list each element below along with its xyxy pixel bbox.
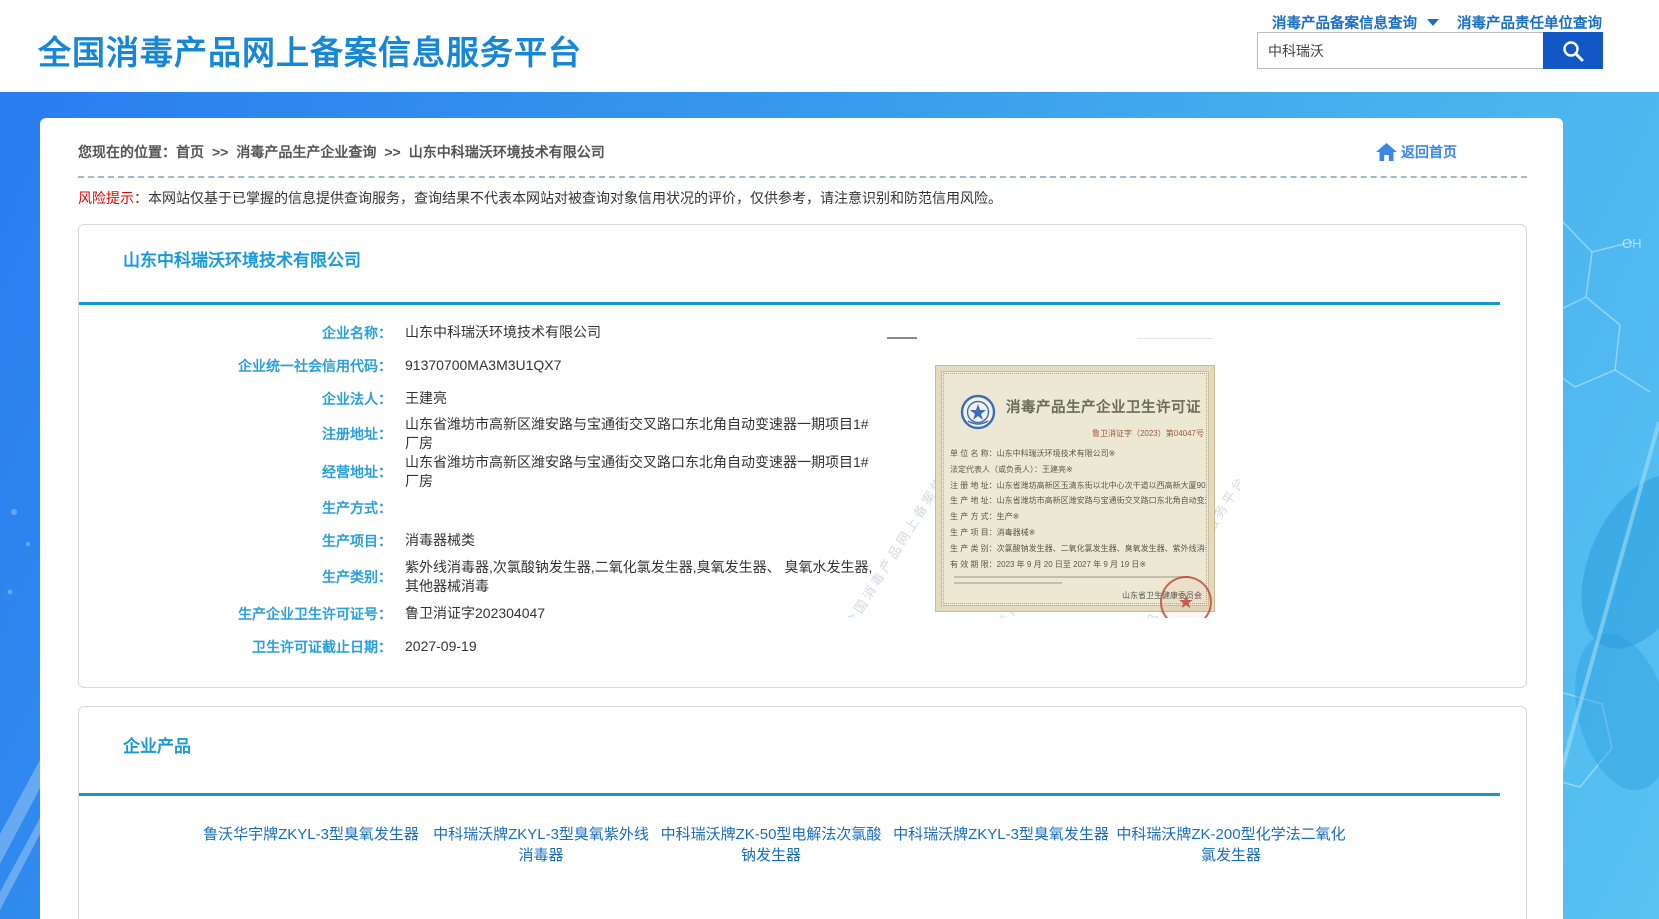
molecule-oh-label: OH [1622,236,1642,251]
certificate-title: 消毒产品生产企业卫生许可证 [1006,396,1201,417]
breadcrumb: 您现在的位置：首页 >> 消毒产品生产企业查询 >> 山东中科瑞沃环境技术有限公司 [78,142,605,162]
field-value: 紫外线消毒器,次氯酸钠发生器,二氧化氯发生器,臭氧发生器、 臭氧水发生器,其他器… [405,558,875,596]
product-link[interactable]: 中科瑞沃牌ZKYL-3型臭氧发生器 [886,824,1116,866]
field-label: 卫生许可证截止日期： [79,637,392,657]
dashed-divider [78,176,1527,178]
field-row-production-mode: 生产方式： [79,491,1526,524]
field-row-license-number: 生产企业卫生许可证号： 鲁卫消证字202304047 [79,597,1526,630]
field-label: 经营地址： [79,462,392,482]
certificate-row-production-address: 生 产 地 址：山东省潍坊市高新区潍安路与宝通街交叉路口东北角自动变速器一期项目… [950,493,1206,509]
left-strip-decoration [0,509,40,910]
field-row-production-category: 生产类别： 紫外线消毒器,次氯酸钠发生器,二氧化氯发生器,臭氧发生器、 臭氧水发… [79,557,1526,597]
risk-notice-text: 本网站仅基于已掌握的信息提供查询服务，查询结果不代表本网站对被查询对象信用状况的… [148,190,1002,206]
breadcrumb-row: 您现在的位置：首页 >> 消毒产品生产企业查询 >> 山东中科瑞沃环境技术有限公司 返回… [40,118,1563,162]
field-label: 企业法人： [79,389,392,409]
product-link[interactable]: 鲁沃华宇牌ZKYL-3型臭氧发生器 [196,824,426,866]
product-list: 鲁沃华宇牌ZKYL-3型臭氧发生器 中科瑞沃牌ZKYL-3型臭氧紫外线消毒器 中… [79,796,1526,866]
certificate-row-legal-rep: 法定代表人（或负责人）：王建亮※ [950,462,1206,478]
field-label: 企业名称： [79,323,392,343]
certificate-image-artifact [887,337,917,339]
breadcrumb-separator: >> [212,144,228,160]
certificate-image: 全国消毒产品网上备案信息服务平台 全国消毒产品网上备案信息服务平台 全国消毒产品… [848,332,1240,618]
nav-records-query-link[interactable]: 消毒产品备案信息查询 [1272,12,1417,33]
risk-notice: 风险提示：本网站仅基于已掌握的信息提供查询服务，查询结果不代表本网站对被查询对象… [78,188,1527,208]
certificate-image-edge [1137,338,1213,339]
field-row-credit-code: 企业统一社会信用代码： 91370700MA3M3U1QX7 [79,349,1526,382]
field-value: 消毒器械类 [405,531,475,550]
search-bar [1257,32,1603,69]
back-home-link[interactable]: 返回首页 [1401,142,1457,162]
top-nav: 消毒产品备案信息查询 消毒产品责任单位查询 [1272,12,1602,33]
field-value: 王建亮 [405,389,447,408]
field-label: 生产项目： [79,531,392,551]
certificate-footnote-line [954,582,1062,584]
field-row-company-name: 企业名称： 山东中科瑞沃环境技术有限公司 [79,316,1526,349]
field-value: 山东中科瑞沃环境技术有限公司 [405,323,601,342]
field-label: 生产类别： [79,567,392,587]
search-input[interactable] [1257,32,1543,69]
site-title: 全国消毒产品网上备案信息服务平台 [38,26,582,74]
field-value: 鲁卫消证字202304047 [405,604,545,623]
company-card-title: 山东中科瑞沃环境技术有限公司 [79,225,1526,273]
company-card: 山东中科瑞沃环境技术有限公司 企业名称： 山东中科瑞沃环境技术有限公司 企业统一… [78,224,1527,688]
breadcrumb-current-page: 山东中科瑞沃环境技术有限公司 [409,144,605,160]
chevron-down-icon[interactable] [1427,19,1439,26]
field-row-license-expiry: 卫生许可证截止日期： 2027-09-19 [79,630,1526,663]
certificate-footnote-line [954,576,1190,578]
certificate-emblem [960,394,996,430]
product-link[interactable]: 中科瑞沃牌ZKYL-3型臭氧紫外线消毒器 [426,824,656,866]
risk-notice-label: 风险提示： [78,190,148,206]
field-label: 生产企业卫生许可证号： [79,604,392,624]
home-icon [1376,143,1397,161]
breadcrumb-home-link[interactable]: 首页 [176,144,204,160]
site-header: 全国消毒产品网上备案信息服务平台 消毒产品备案信息查询 消毒产品责任单位查询 [0,0,1659,92]
back-home[interactable]: 返回首页 [1376,142,1457,162]
certificate-row-production-item: 生 产 项 目：消毒器械※ [950,525,1206,541]
field-row-registered-address: 注册地址： 山东省潍坊市高新区潍安路与宝通街交叉路口东北角自动变速器一期项目1#… [79,415,1526,453]
breadcrumb-enterprise-query-link[interactable]: 消毒产品生产企业查询 [236,144,376,160]
field-row-legal-person: 企业法人： 王建亮 [79,382,1526,415]
products-card-title: 企业产品 [79,707,1526,759]
field-label: 生产方式： [79,498,392,518]
search-icon [1560,38,1586,64]
field-value: 山东省潍坊市高新区潍安路与宝通街交叉路口东北角自动变速器一期项目1#厂房 [405,415,875,453]
field-value: 91370700MA3M3U1QX7 [405,356,561,375]
certificate-panel: 消毒产品生产企业卫生许可证 鲁卫消证字（2023）第04047号 单 位 名 称… [935,365,1215,612]
breadcrumb-separator: >> [384,144,400,160]
nav-records-query-label: 消毒产品备案信息查询 [1272,16,1417,32]
certificate-number: 鲁卫消证字（2023）第04047号 [1092,428,1204,439]
breadcrumb-prefix: 您现在的位置： [78,144,176,160]
main-container: 您现在的位置：首页 >> 消毒产品生产企业查询 >> 山东中科瑞沃环境技术有限公司 返回… [40,118,1563,919]
nav-responsible-unit-label: 消毒产品责任单位查询 [1457,16,1602,32]
certificate-row-production-mode: 生 产 方 式：生产※ [950,509,1206,525]
field-label: 注册地址： [79,424,392,444]
product-link[interactable]: 中科瑞沃牌ZK-200型化学法二氧化氯发生器 [1116,824,1346,866]
certificate-row-registered-address: 注 册 地 址：山东省潍坊高新区玉清东街以北中心次干道以西高新大厦902科苑※ [950,478,1206,494]
field-row-production-items: 生产项目： 消毒器械类 [79,524,1526,557]
certificate-row-production-category: 生 产 类 别：次氯酸钠发生器、二氧化氯发生器、臭氧发生器、紫外线消毒器※ [950,541,1206,557]
field-row-business-address: 经营地址： 山东省潍坊市高新区潍安路与宝通街交叉路口东北角自动变速器一期项目1#… [79,453,1526,491]
search-button[interactable] [1543,32,1603,69]
products-card: 企业产品 鲁沃华宇牌ZKYL-3型臭氧发生器 中科瑞沃牌ZKYL-3型臭氧紫外线… [78,706,1527,919]
field-value: 2027-09-19 [405,637,477,656]
certificate-row-validity: 有 效 期 限：2023 年 9 月 20 日至 2027 年 9 月 19 日… [950,557,1206,573]
field-label: 企业统一社会信用代码： [79,356,392,376]
field-value: 山东省潍坊市高新区潍安路与宝通街交叉路口东北角自动变速器一期项目1#厂房 [405,453,875,491]
certificate-row-unit-name: 单 位 名 称：山东中科瑞沃环境技术有限公司※ [950,446,1206,462]
company-fields: 企业名称： 山东中科瑞沃环境技术有限公司 企业统一社会信用代码： 9137070… [79,305,1526,687]
product-link[interactable]: 中科瑞沃牌ZK-50型电解法次氯酸钠发生器 [656,824,886,866]
nav-responsible-unit-link[interactable]: 消毒产品责任单位查询 [1457,12,1602,33]
certificate-rows: 单 位 名 称：山东中科瑞沃环境技术有限公司※ 法定代表人（或负责人）：王建亮※… [950,446,1206,584]
